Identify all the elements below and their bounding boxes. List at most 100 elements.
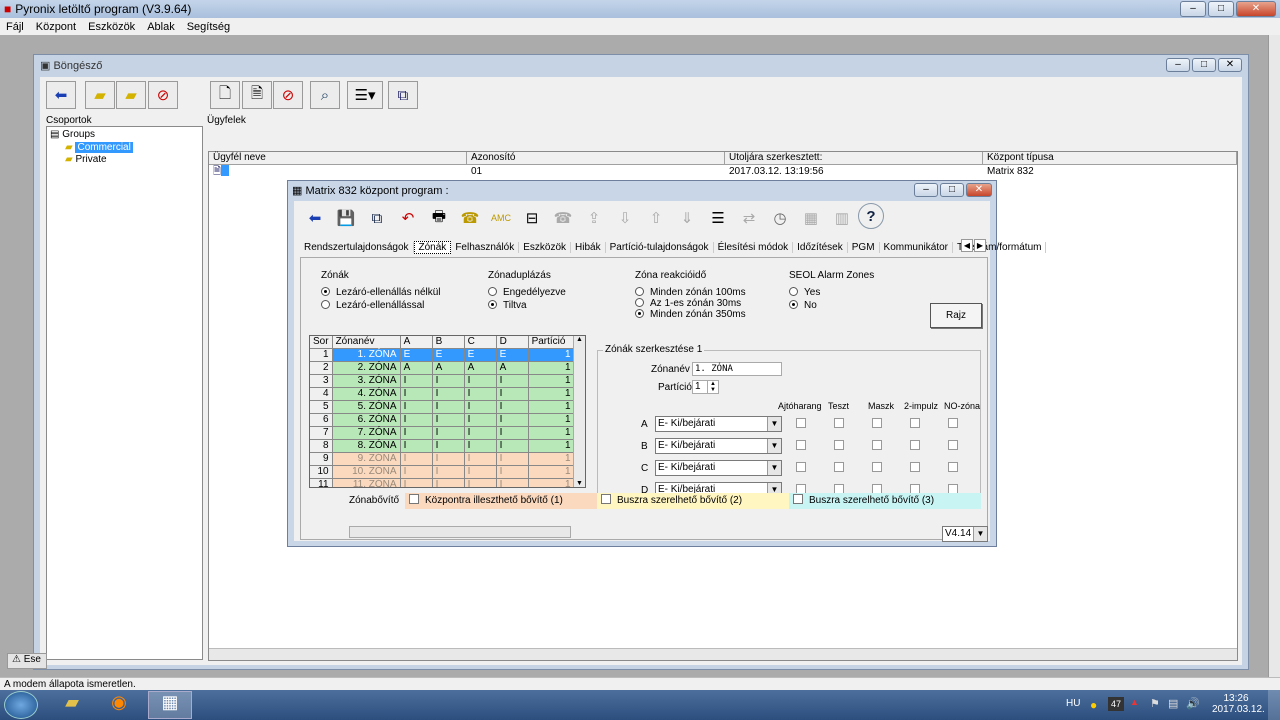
zone-name-cell[interactable]: 8. ZÓNA bbox=[332, 439, 401, 454]
zone-mode-cell[interactable]: I bbox=[496, 452, 529, 467]
zone-mode-cell[interactable]: I bbox=[400, 426, 433, 441]
folder-icon[interactable]: ▰ bbox=[85, 81, 115, 109]
zone-mode-cell[interactable]: I bbox=[464, 387, 497, 402]
zone-name-input[interactable]: 1. ZÓNA bbox=[692, 362, 782, 376]
radio-dup-enabled[interactable]: Engedélyezve bbox=[488, 287, 566, 298]
zone-name-cell[interactable]: 1. ZÓNA bbox=[332, 348, 401, 363]
spinner-arrows-icon[interactable]: ▲ ▼ bbox=[707, 381, 718, 393]
print-icon[interactable]: 🖶 bbox=[424, 203, 454, 233]
network-app-icon[interactable]: ▲ bbox=[1130, 697, 1139, 707]
zone-mode-cell[interactable]: I bbox=[432, 465, 465, 480]
column-client-name[interactable]: Ügyfél neve bbox=[209, 152, 467, 165]
back-arrow-icon[interactable]: ⬅ bbox=[46, 81, 76, 109]
column-panel-type[interactable]: Központ típusa bbox=[983, 152, 1237, 165]
info-icon[interactable]: ● bbox=[1090, 698, 1097, 712]
zone-mode-cell[interactable]: I bbox=[464, 465, 497, 480]
browser-minimize-button[interactable]: ‒ bbox=[1166, 58, 1190, 72]
zone-mode-cell[interactable]: A bbox=[496, 361, 529, 376]
expander-1[interactable]: Központra illeszthető bővítő (1) bbox=[405, 493, 597, 509]
menu-tools[interactable]: Eszközök bbox=[88, 21, 135, 33]
zone-partition-cell[interactable]: 1 bbox=[528, 348, 575, 363]
new-document-icon[interactable]: 🗋 bbox=[210, 81, 240, 109]
zone-grid-row[interactable]: 4 4. ZÓNA I I I I 1 bbox=[310, 387, 575, 402]
zone-mode-select[interactable]: E- Ki/bejárati ▼ bbox=[655, 438, 782, 454]
zone-mode-cell[interactable]: I bbox=[432, 478, 465, 487]
zone-mode-cell[interactable]: I bbox=[496, 465, 529, 480]
zone-grid-scrollbar[interactable]: ▲ ▼ bbox=[573, 336, 585, 487]
tree-root[interactable]: ▤ Groups bbox=[47, 127, 202, 142]
zone-flag-checkbox[interactable] bbox=[910, 418, 920, 428]
radio-no-eol[interactable]: Lezáró-ellenállás nélkül bbox=[321, 287, 441, 298]
zone-mode-cell[interactable]: I bbox=[464, 439, 497, 454]
back-arrow-icon[interactable]: ⬅ bbox=[300, 203, 330, 233]
help-icon[interactable]: ? bbox=[858, 203, 884, 229]
firefox-icon[interactable]: ◉ bbox=[100, 692, 138, 718]
tab-timers[interactable]: Időzítések bbox=[793, 241, 848, 253]
zone-grid-row[interactable]: 1 1. ZÓNA E E E E 1 bbox=[310, 348, 575, 363]
tab-communicator[interactable]: Kommunikátor bbox=[880, 241, 953, 253]
edit-document-icon[interactable]: 🗎 bbox=[242, 81, 272, 109]
tab-users[interactable]: Felhasználók bbox=[451, 241, 520, 253]
zone-partition-cell[interactable]: 1 bbox=[528, 478, 575, 487]
zone-mode-cell[interactable]: I bbox=[464, 413, 497, 428]
keypad-icon[interactable]: ▦ bbox=[796, 203, 826, 233]
save-icon[interactable]: 💾 bbox=[331, 203, 361, 233]
zone-mode-cell[interactable]: A bbox=[464, 361, 497, 376]
zone-mode-cell[interactable]: I bbox=[464, 426, 497, 441]
scroll-up-icon[interactable]: ▲ bbox=[574, 336, 585, 343]
zone-grid-row[interactable]: 11 11. ZÓNA I I I I 1 bbox=[310, 478, 575, 487]
network-icon[interactable]: ▤ bbox=[1168, 697, 1178, 710]
zone-mode-cell[interactable]: A bbox=[432, 361, 465, 376]
zone-mode-cell[interactable]: I bbox=[400, 387, 433, 402]
zone-mode-cell[interactable]: I bbox=[496, 413, 529, 428]
language-indicator[interactable]: HU bbox=[1066, 698, 1080, 709]
events-tab[interactable]: ⚠ Ese bbox=[7, 653, 47, 669]
column-id[interactable]: Azonosító bbox=[467, 152, 725, 165]
maximize-button[interactable]: □ bbox=[1208, 1, 1234, 17]
minimize-button[interactable]: ‒ bbox=[1180, 1, 1206, 17]
undo-icon[interactable]: ↶ bbox=[393, 203, 423, 233]
zone-mode-cell[interactable]: I bbox=[496, 400, 529, 415]
zone-mode-cell[interactable]: I bbox=[432, 452, 465, 467]
dialog-minimize-button[interactable]: ‒ bbox=[914, 183, 938, 197]
radio-dup-disabled[interactable]: Tiltva bbox=[488, 300, 566, 311]
zone-mode-cell[interactable]: I bbox=[496, 439, 529, 454]
tab-scroll-left-icon[interactable]: ◀ bbox=[961, 239, 973, 252]
zone-partition-cell[interactable]: 1 bbox=[528, 439, 575, 454]
tab-zones[interactable]: Zónák bbox=[413, 240, 452, 254]
flag-icon[interactable]: ⚑ bbox=[1150, 697, 1160, 710]
zone-mode-cell[interactable]: I bbox=[432, 413, 465, 428]
start-button[interactable] bbox=[4, 691, 38, 719]
zone-name-cell[interactable]: 9. ZÓNA bbox=[332, 452, 401, 467]
list-icon[interactable]: ☰ bbox=[703, 203, 733, 233]
view-list-icon[interactable]: ☰▾ bbox=[347, 81, 383, 109]
tab-pgm[interactable]: PGM bbox=[848, 241, 880, 253]
main-vertical-scrollbar[interactable] bbox=[1268, 35, 1280, 677]
zone-name-cell[interactable]: 3. ZÓNA bbox=[332, 374, 401, 389]
zone-flag-checkbox[interactable] bbox=[796, 462, 806, 472]
table-row[interactable]: 🗎 01 2017.03.12. 13:19:56 Matrix 832 bbox=[209, 165, 1237, 179]
zone-flag-checkbox[interactable] bbox=[796, 440, 806, 450]
zone-mode-cell[interactable]: I bbox=[432, 439, 465, 454]
zone-mode-cell[interactable]: E bbox=[400, 348, 433, 363]
zone-grid-row[interactable]: 2 2. ZÓNA A A A A 1 bbox=[310, 361, 575, 376]
zone-partition-cell[interactable]: 1 bbox=[528, 400, 575, 415]
zone-mode-select[interactable]: E- Ki/bejárati ▼ bbox=[655, 416, 782, 432]
zone-flag-checkbox[interactable] bbox=[872, 418, 882, 428]
menu-window[interactable]: Ablak bbox=[147, 21, 175, 33]
zone-flag-checkbox[interactable] bbox=[872, 462, 882, 472]
zone-mode-cell[interactable]: I bbox=[464, 478, 497, 487]
download-icon[interactable]: ⇩ bbox=[610, 203, 640, 233]
browser-maximize-button[interactable]: □ bbox=[1192, 58, 1216, 72]
zone-flag-checkbox[interactable] bbox=[796, 418, 806, 428]
zone-mode-cell[interactable]: I bbox=[496, 478, 529, 487]
zone-flag-checkbox[interactable] bbox=[834, 462, 844, 472]
menu-file[interactable]: Fájl bbox=[6, 21, 24, 33]
radio-reaction-350[interactable]: Minden zónán 350ms bbox=[635, 309, 746, 320]
radio-reaction-100[interactable]: Minden zónán 100ms bbox=[635, 287, 746, 298]
tree-item-commercial[interactable]: ▰ Commercial bbox=[47, 142, 202, 153]
radio-reaction-30[interactable]: Az 1-es zónán 30ms bbox=[635, 298, 746, 309]
books-icon[interactable]: ▥ bbox=[827, 203, 857, 233]
zone-mode-cell[interactable]: I bbox=[400, 374, 433, 389]
browser-close-button[interactable]: ✕ bbox=[1218, 58, 1242, 72]
